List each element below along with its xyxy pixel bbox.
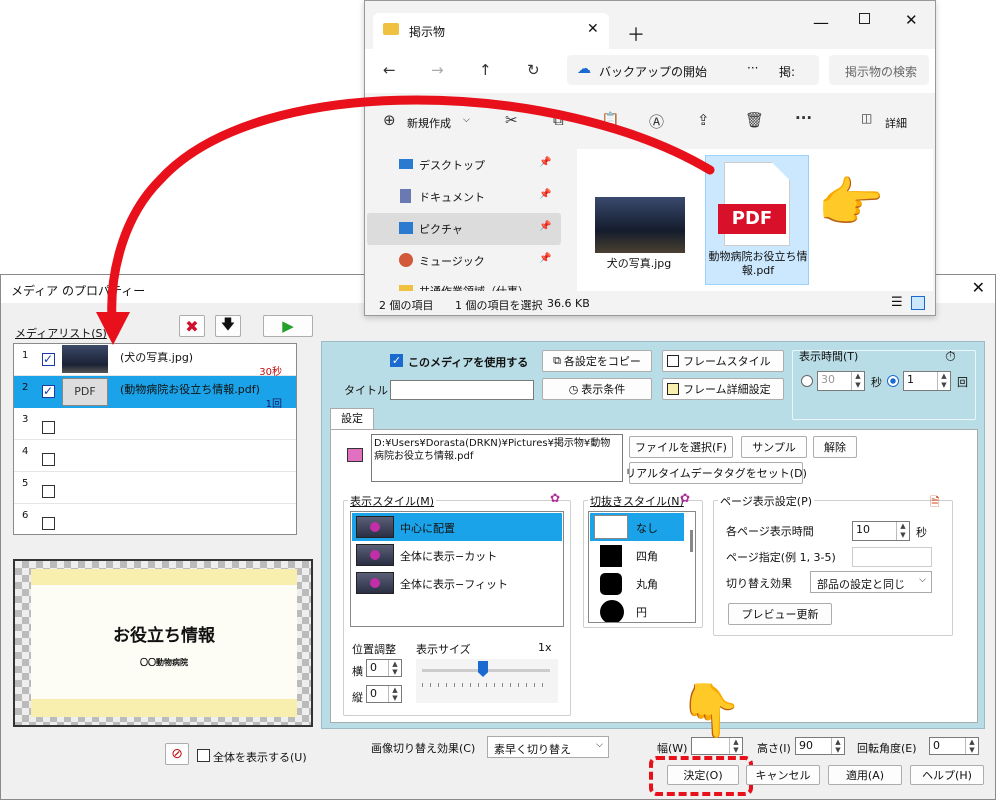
pointing-down-hand-icon: 👇 xyxy=(678,681,743,741)
drag-arrow-head xyxy=(96,312,130,345)
drag-arrow-path xyxy=(107,95,715,323)
drag-arrow xyxy=(96,95,715,345)
